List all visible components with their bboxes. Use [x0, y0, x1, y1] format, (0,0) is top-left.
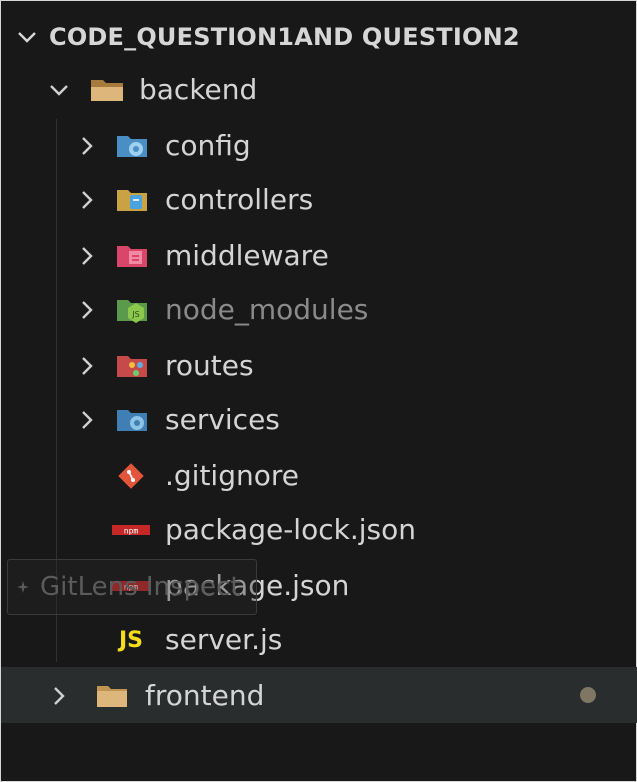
tree-item-controllers[interactable]: controllers	[77, 173, 313, 227]
chevron-right-icon[interactable]	[77, 356, 97, 376]
middleware-folder-icon	[115, 242, 149, 270]
node-modules-folder-icon: JS	[115, 296, 149, 324]
svg-text:npm: npm	[124, 527, 139, 536]
services-folder-icon	[115, 406, 149, 434]
open-folder-icon	[89, 76, 125, 104]
config-folder-icon	[115, 132, 149, 160]
js-icon: JS	[111, 628, 151, 653]
tree-item-label: node_modules	[165, 293, 369, 326]
tree-item-label: routes	[165, 349, 254, 382]
chevron-right-icon[interactable]	[77, 190, 97, 210]
tree-item-label: controllers	[165, 183, 314, 216]
modified-dot-icon	[580, 687, 596, 703]
chevron-right-icon[interactable]	[77, 136, 97, 156]
tree-item-label: server.js	[165, 623, 283, 656]
workspace-title: CODE_QUESTION1AND QUESTION2	[49, 23, 520, 51]
workspace-header[interactable]: CODE_QUESTION1AND QUESTION2	[17, 19, 520, 55]
tree-item-label: services	[165, 403, 280, 436]
explorer-panel: CODE_QUESTION1AND QUESTION2 backend conf…	[0, 0, 637, 782]
chevron-right-icon[interactable]	[49, 686, 69, 706]
svg-text:JS: JS	[131, 310, 139, 319]
indent-guide	[56, 119, 57, 662]
tree-item-label: config	[165, 129, 251, 162]
tree-item-services[interactable]: services	[77, 393, 280, 447]
routes-folder-icon	[115, 352, 149, 380]
sparkle-icon	[16, 580, 30, 594]
tree-item-middleware[interactable]: middleware	[77, 229, 329, 283]
tree-item-package-json[interactable]: npm package.json	[111, 559, 349, 613]
tree-item-gitignore[interactable]: .gitignore	[111, 449, 299, 503]
tree-item-label: .gitignore	[165, 459, 299, 492]
tree-item-label: middleware	[165, 239, 329, 272]
npm-icon: npm	[111, 523, 151, 537]
chevron-right-icon[interactable]	[77, 410, 97, 430]
controllers-folder-icon	[115, 186, 149, 214]
npm-icon: npm	[111, 579, 151, 593]
tree-item-backend[interactable]: backend	[49, 63, 257, 117]
svg-text:npm: npm	[124, 583, 139, 592]
git-icon	[111, 461, 151, 491]
tree-item-label: backend	[139, 73, 258, 106]
folder-icon	[95, 682, 129, 710]
tree-item-package-lock[interactable]: npm package-lock.json	[111, 503, 416, 557]
tree-item-frontend[interactable]: frontend	[49, 669, 264, 723]
tree-item-label: package-lock.json	[165, 513, 416, 546]
tree-item-config[interactable]: config	[77, 119, 251, 173]
tree-item-label: frontend	[145, 679, 265, 712]
chevron-right-icon[interactable]	[77, 300, 97, 320]
chevron-down-icon[interactable]	[49, 80, 69, 100]
tree-item-server-js[interactable]: JS server.js	[111, 613, 282, 667]
tree-item-label: package.json	[165, 569, 350, 602]
tree-item-node-modules[interactable]: JS node_modules	[77, 283, 368, 337]
chevron-right-icon[interactable]	[77, 246, 97, 266]
chevron-down-icon[interactable]	[17, 27, 37, 47]
js-icon-text: JS	[118, 627, 144, 653]
tree-item-routes[interactable]: routes	[77, 339, 254, 393]
